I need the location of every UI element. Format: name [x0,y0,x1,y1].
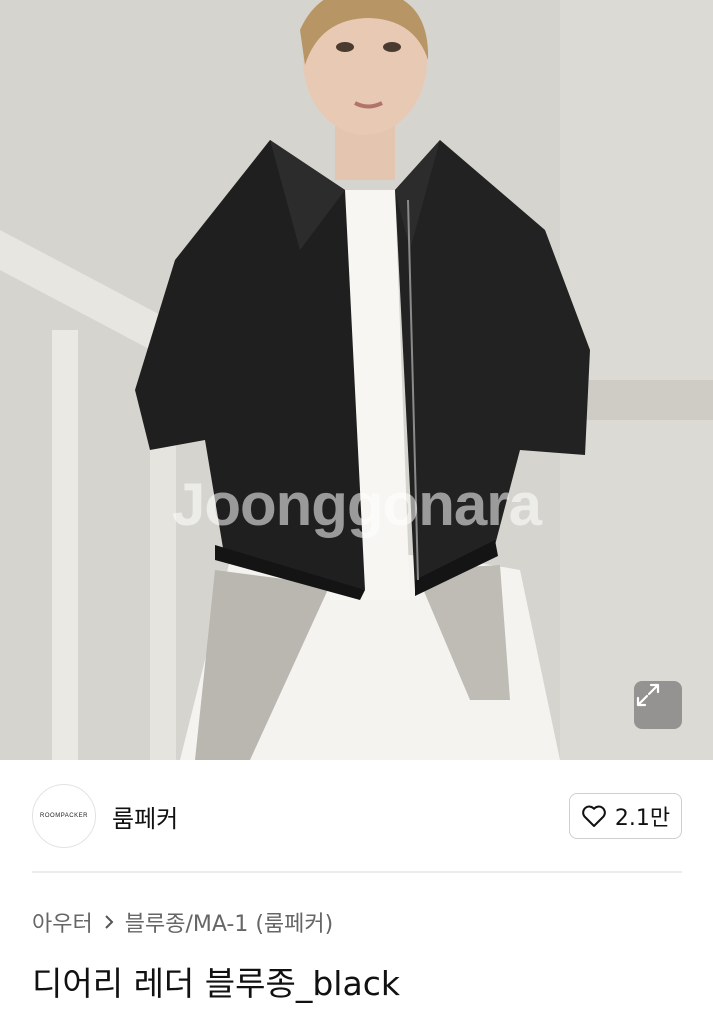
seller-name[interactable]: 룸페커 [112,799,178,834]
heart-icon [582,805,606,827]
breadcrumb: 아우터 블루종/MA-1 (룸페커) [32,906,333,938]
product-photo [0,0,713,760]
like-count: 2.1만 [614,806,671,831]
product-title: 디어리 레더 블루종_black [32,964,400,1003]
breadcrumb-category[interactable]: 아우터 [32,906,93,938]
divider [32,871,682,873]
chevron-right-icon [103,914,115,930]
seller-row: ROOMPACKER 룸페커 2.1만 [32,784,682,848]
watermark-text: Joonggonara [171,471,542,538]
like-button[interactable]: 2.1만 [569,793,682,839]
expand-icon [636,683,660,707]
expand-image-button[interactable] [634,681,682,729]
seller-logo-text: ROOMPACKER [40,813,88,819]
seller-avatar[interactable]: ROOMPACKER [32,784,96,848]
product-image[interactable]: Joonggonara [0,0,713,760]
breadcrumb-subcategory[interactable]: 블루종/MA-1 (룸페커) [125,906,334,938]
